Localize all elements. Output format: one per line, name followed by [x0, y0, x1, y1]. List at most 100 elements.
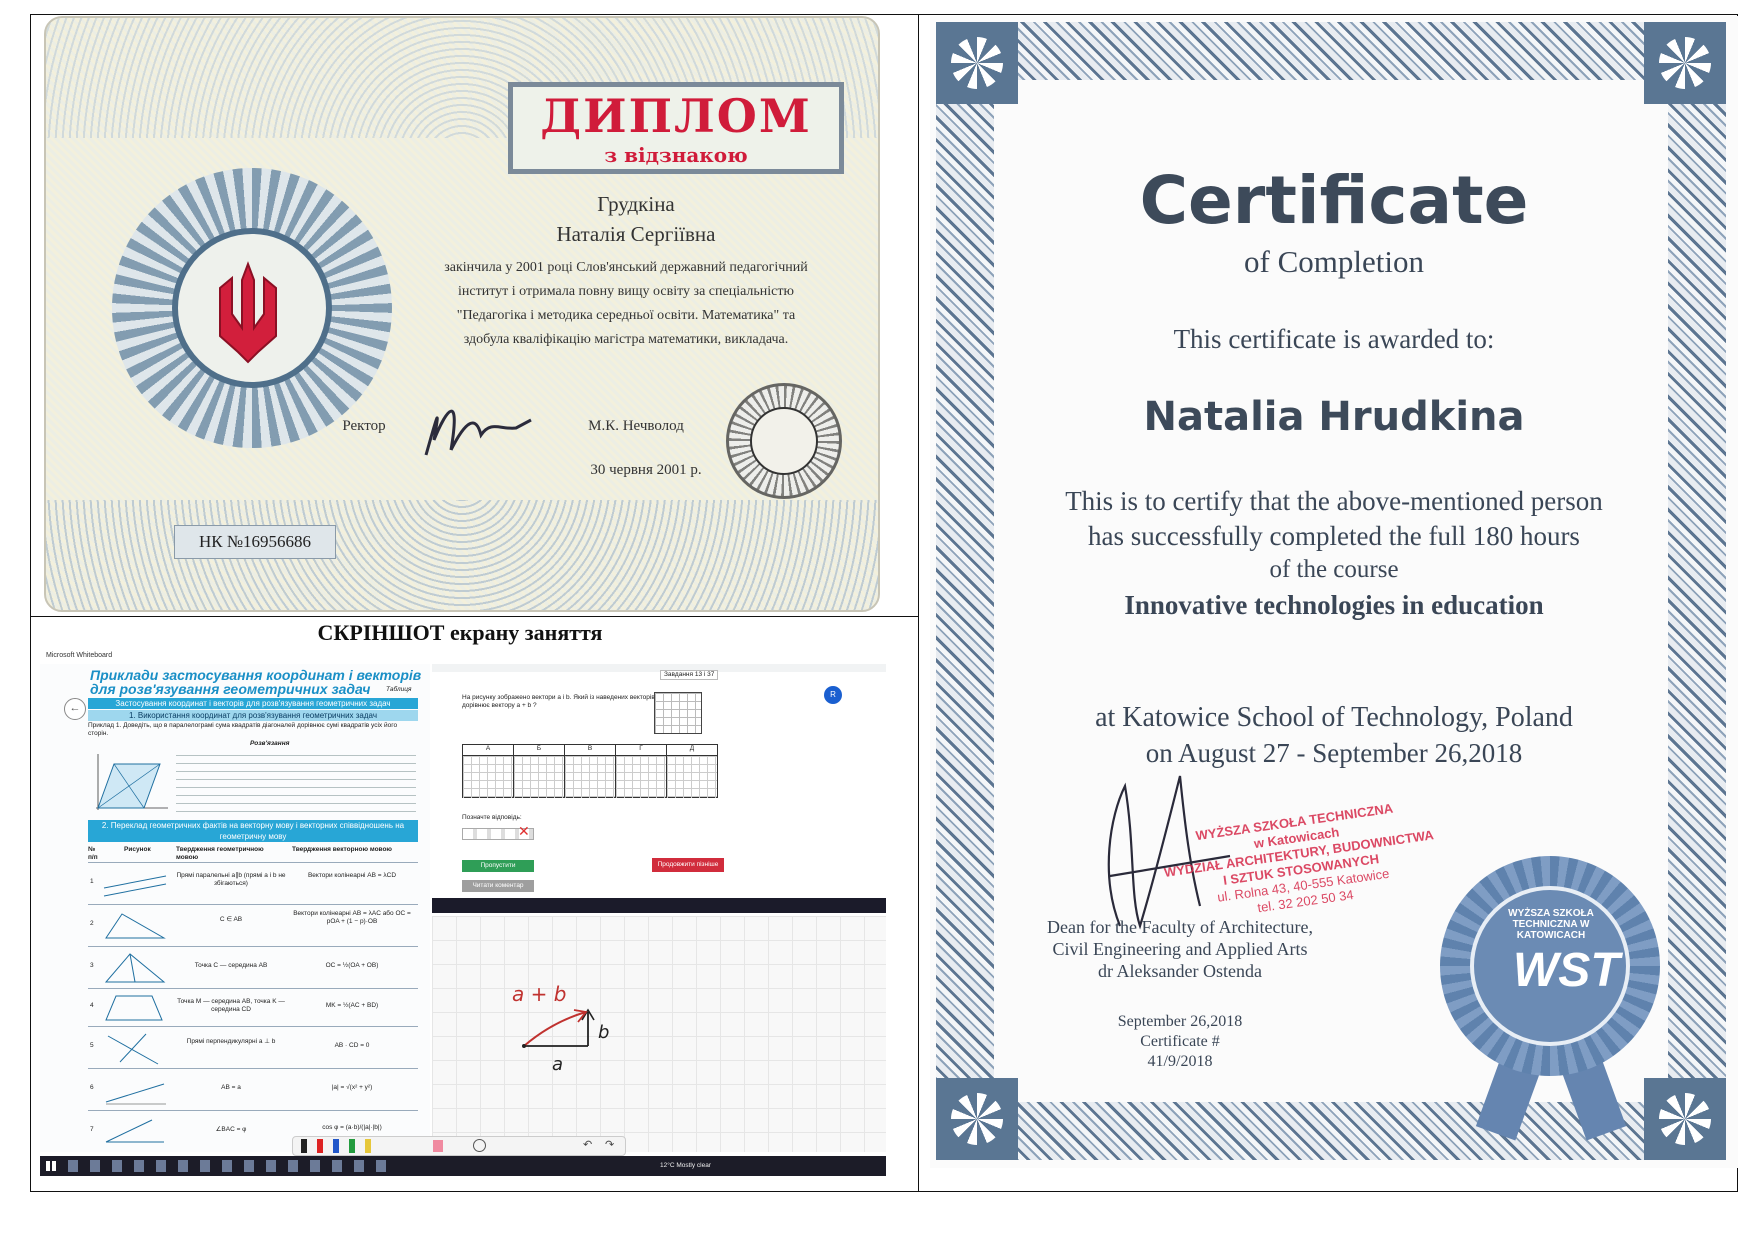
row-geometric: AB = a [221, 1084, 241, 1091]
row-geometric: Прямі паралельні a∥b (прямі a і b не збі… [176, 872, 286, 887]
table-header-section-2: 2. Переклад геометричних фактів на векто… [88, 820, 418, 842]
school-seal-text: WYŻSZA SZKOŁA TECHNICZNA W KATOWICACH [1508, 908, 1594, 941]
pen-tool-black[interactable] [301, 1139, 307, 1153]
diploma-title: ДИПЛОМ [540, 89, 812, 143]
certificate-title: Certificate [1139, 162, 1529, 239]
table-label: Таблиця [386, 686, 412, 693]
textbook-title-2: для розв'язування геометричних задач [90, 681, 371, 697]
school-seal-logo: WST [1513, 944, 1620, 997]
lasso-icon[interactable] [473, 1139, 486, 1152]
row-number: 7 [90, 1126, 94, 1133]
diploma-card: ДИПЛОМ з відзнакою Грудкіна Наталія Серг… [44, 16, 880, 612]
table-row: 4 Точка M — середина AB, точка K — серед… [40, 990, 430, 1026]
pen-tool-red[interactable] [317, 1139, 323, 1153]
table-vertical-divider [918, 14, 919, 1192]
row-vector: |a| = √(x² + y²) [331, 1084, 373, 1091]
pen-tool-blue[interactable] [333, 1139, 339, 1153]
diploma-date: 30 червня 2001 р. [590, 462, 702, 478]
certificate-school: at Katowice School of Technology, Poland [1095, 702, 1573, 733]
diploma-text-line-2: інститут і отримала повну вищу освіту за… [458, 284, 794, 299]
certificate-number-label: Certificate # [1140, 1033, 1220, 1050]
certificate-recipient: Natalia Hrudkina [1143, 394, 1525, 440]
highlighter-tool[interactable] [365, 1139, 371, 1153]
table-row: 2 C ∈ AB Вектори колінеарні AB = λAC або… [40, 906, 430, 946]
read-comment-button[interactable]: Читати коментар [462, 880, 534, 892]
col-header-number: № п/п [88, 846, 98, 861]
table-header-section-1: 1. Використання координат для розв'язува… [88, 710, 418, 721]
row-vector: AB · CD = 0 [334, 1042, 370, 1049]
table-rule [88, 1026, 418, 1027]
row-geometric: Точка M — середина AB, точка K — середин… [177, 998, 285, 1013]
answer-options-table: А Б В Г Д [462, 744, 718, 798]
example-text: Приклад 1. Доведіть, що в паралелограмі … [88, 722, 398, 737]
app-title: Microsoft Whiteboard [46, 652, 113, 659]
pen-tool-green[interactable] [349, 1139, 355, 1153]
diploma-surname: Грудкіна [597, 192, 675, 216]
diploma-subtitle: з відзнакою [604, 143, 748, 167]
table-header-main: Застосування координат і векторів для ро… [88, 698, 418, 709]
dean-line: Dean for the Faculty of Architecture, [1047, 917, 1313, 937]
row-vector: cos φ = (a·b)/(|a|·|b|) [322, 1124, 382, 1131]
weather-widget[interactable]: 12°C Mostly clear [660, 1162, 711, 1170]
answer-prompt: Позначте відповідь: [462, 814, 522, 821]
option-figure [514, 756, 565, 798]
row-figure [105, 1119, 164, 1143]
row-vector: Вектори колінеарні AB = λAC або OC = pOA… [293, 910, 411, 925]
certificate-document: Certificate of Completion This certifica… [930, 16, 1738, 1168]
diploma-given-name: Наталія Сергіївна [556, 222, 716, 246]
continue-later-button[interactable]: Продовжити пізніше [652, 858, 724, 872]
textbook-page: Приклади застосування координат і вектор… [40, 664, 430, 1152]
corner-ornament-bottom-right [1644, 1078, 1726, 1160]
table-rule [88, 1110, 418, 1111]
col-header-geometric: Твердження геометричною мовою [176, 846, 264, 861]
certificate-number: 41/9/2018 [1147, 1053, 1213, 1070]
row-geometric: Прямі перпендикулярні a ⊥ b [186, 1038, 276, 1045]
corner-ornament-top-right [1644, 22, 1726, 104]
row-vector: MK = ½(AC + BD) [325, 1002, 379, 1009]
skip-button[interactable]: Пропустити [462, 860, 534, 872]
diploma-title-box: ДИПЛОМ з відзнакою [508, 82, 844, 174]
screenshot-caption: СКРІНШОТ екрану заняття [317, 620, 603, 645]
corner-ornament-bottom-left [936, 1078, 1018, 1160]
dean-line: dr Aleksander Ostenda [1098, 961, 1262, 981]
solution-text-block [176, 750, 416, 816]
back-arrow-icon[interactable]: ← [64, 698, 86, 720]
row-geometric: ∠BAC = φ [215, 1126, 247, 1133]
row-geometric: Точка C — середина AB [194, 962, 268, 969]
diploma-text-line-1: закінчила у 2001 році Слов'янський держа… [444, 260, 808, 275]
redo-icon[interactable]: ↷ [605, 1138, 614, 1151]
row-figure [105, 913, 166, 939]
row-figure [103, 875, 167, 897]
col-header-figure: Рисунок [124, 846, 151, 853]
pen-toolbar: ↶ ↷ [292, 1136, 626, 1156]
undo-icon[interactable]: ↶ [583, 1138, 592, 1151]
certificate-dates: on August 27 - September 26,2018 [1145, 738, 1523, 768]
corner-ornament-top-left [936, 22, 1018, 104]
table-rule [88, 862, 418, 863]
label-b: b [598, 1022, 610, 1043]
option-v-label: В [565, 745, 616, 755]
taskbar-apps [68, 1160, 388, 1172]
diploma-text-line-4: здобула кваліфікацію магістра математики… [463, 332, 789, 347]
answer-options-header: А Б В Г Д [463, 745, 717, 756]
dean-line: Civil Engineering and Applied Arts [1052, 939, 1308, 959]
row-number: 1 [90, 878, 94, 885]
windows-start-icon[interactable] [46, 1161, 56, 1171]
user-avatar[interactable]: R [824, 686, 842, 704]
answer-options-figures [463, 756, 717, 798]
selected-answer-mark-icon: ✕ [518, 824, 530, 840]
option-figure [616, 756, 667, 798]
label-a: a [552, 1054, 564, 1075]
option-d-label: Д [689, 745, 695, 752]
diploma-text-line-3: "Педагогіка і методика середньої освіти.… [456, 308, 796, 323]
rector-name: М.К. Нечволод [588, 418, 684, 434]
row-number: 6 [90, 1084, 94, 1091]
row-number: 3 [90, 962, 94, 969]
row-figure [104, 953, 166, 983]
option-figure [565, 756, 616, 798]
option-figure [667, 756, 717, 798]
eraser-tool[interactable] [433, 1140, 443, 1152]
certificate-course: Innovative technologies in education [1124, 590, 1544, 620]
rector-signature [424, 409, 532, 456]
whiteboard-canvas[interactable]: a + b b a [432, 916, 886, 1152]
